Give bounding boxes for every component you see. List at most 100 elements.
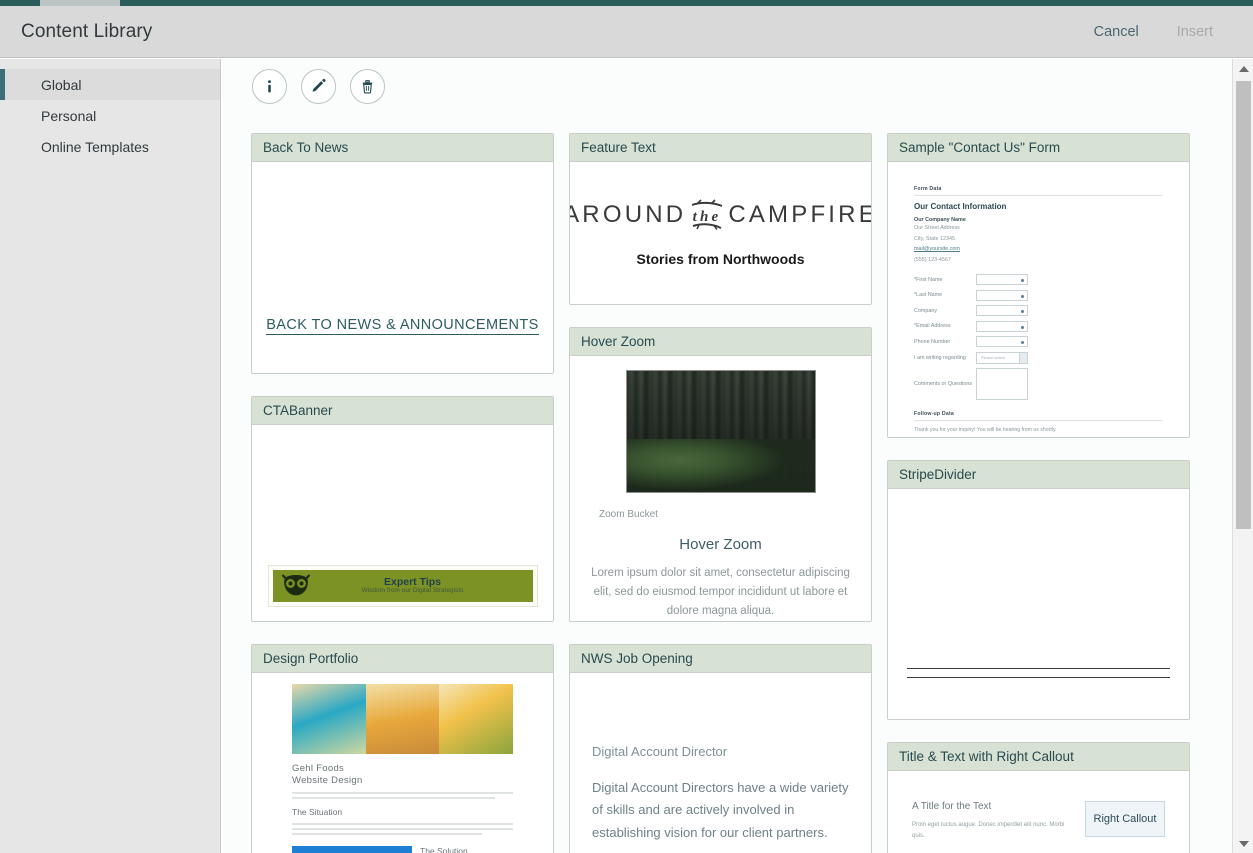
form-field-row: *First Name xyxy=(914,274,1163,286)
divider-line xyxy=(907,677,1170,678)
divider xyxy=(914,420,1163,422)
scrollbar-thumb[interactable] xyxy=(1236,81,1251,529)
pencil-icon xyxy=(310,78,327,95)
card-preview xyxy=(888,489,1189,719)
toolbar xyxy=(252,69,385,104)
card-column-3: Sample "Contact Us" Form Form Data Our C… xyxy=(887,133,1190,853)
sidebar-item-label: Online Templates xyxy=(41,138,149,155)
food-photo-strip xyxy=(292,684,514,754)
form-data-label: Form Data xyxy=(914,186,942,192)
forest-photo xyxy=(625,370,816,494)
card-title: Title & Text with Right Callout xyxy=(888,743,1189,771)
card-hover-zoom[interactable]: Hover Zoom Zoom Bucket Hover Zoom Lorem … xyxy=(569,327,872,622)
content-panel: Back To News BACK TO NEWS & ANNOUNCEMENT… xyxy=(222,59,1232,853)
portfolio-subtitle: Website Design xyxy=(292,775,363,786)
last-name-input xyxy=(976,289,1028,301)
email-link: mail@yoursite.com xyxy=(914,246,960,253)
delete-button[interactable] xyxy=(350,69,385,104)
card-feature-text[interactable]: Feature Text AROUND the CAMPFIRE Stories… xyxy=(569,133,872,305)
followup-text: Thank you for your inquiry! You will be … xyxy=(914,427,1057,434)
form-fields: *First Name *Last Name Company *Email Ad… xyxy=(914,274,1163,401)
cta-banner: Expert Tips Wisdom from our Digital Stra… xyxy=(272,570,533,602)
card-title: Design Portfolio xyxy=(252,645,553,673)
card-cta-banner[interactable]: CTABanner Expert Tips Wisdom from our Di… xyxy=(251,396,554,622)
text-body: Proin eget luctus augue. Donec imperdiet… xyxy=(912,822,1065,840)
card-stripe-divider[interactable]: StripeDivider xyxy=(887,460,1190,720)
card-column-1: Back To News BACK TO NEWS & ANNOUNCEMENT… xyxy=(251,133,554,853)
sidebar-item-global[interactable]: Global xyxy=(0,69,220,100)
city-state-zip: City, State 12345 xyxy=(914,235,955,242)
card-title: Feature Text xyxy=(570,134,871,162)
portfolio-thumbnail xyxy=(292,846,412,853)
phone-number: (555) 123-4567 xyxy=(914,256,951,263)
sidebar: Global Personal Online Templates xyxy=(0,59,221,853)
card-preview: Zoom Bucket Hover Zoom Lorem ipsum dolor… xyxy=(570,356,871,621)
title-text-block: A Title for the Text Proin eget luctus a… xyxy=(912,801,1073,853)
header-actions: Cancel Insert xyxy=(1092,20,1215,44)
field-label: I am writing regarding xyxy=(914,354,966,361)
portfolio-lower: The Solution xyxy=(292,846,513,853)
campfire-logo: AROUND the CAMPFIRE xyxy=(570,199,871,231)
job-description: Digital Account Directors have a wide va… xyxy=(592,780,849,840)
field-label: *First Name xyxy=(914,276,943,283)
card-preview: A Title for the Text Proin eget luctus a… xyxy=(888,771,1189,853)
card-nws-job-opening[interactable]: NWS Job Opening Digital Account Director… xyxy=(569,644,872,853)
scroll-down-button[interactable] xyxy=(1233,834,1253,853)
chevron-up-icon xyxy=(1238,65,1249,72)
card-title: NWS Job Opening xyxy=(570,645,871,673)
card-preview: Gehl Foods Website Design The Situation xyxy=(252,673,553,853)
followup-section: Follow-up Data Thank you for your inquir… xyxy=(914,411,1163,433)
insert-button[interactable]: Insert xyxy=(1175,20,1215,44)
field-label: Comments or Questions xyxy=(914,381,973,388)
comments-textarea xyxy=(976,368,1028,401)
zoom-bucket-caption: Zoom Bucket xyxy=(599,509,658,521)
card-contact-us-form[interactable]: Sample "Contact Us" Form Form Data Our C… xyxy=(887,133,1190,438)
card-preview: AROUND the CAMPFIRE Stories from Northwo… xyxy=(570,162,871,304)
field-label: Phone Number xyxy=(914,338,951,345)
portfolio-client: Gehl Foods xyxy=(292,763,345,774)
scroll-up-button[interactable] xyxy=(1233,59,1253,78)
field-label: *Email Address xyxy=(914,323,951,330)
card-title: StripeDivider xyxy=(888,461,1189,489)
form-field-row: *Email Address xyxy=(914,320,1163,332)
company-input xyxy=(976,305,1028,317)
feature-subtitle: Stories from Northwoods xyxy=(636,251,805,267)
logo-word-right: CAMPFIRE xyxy=(728,201,871,228)
card-back-to-news[interactable]: Back To News BACK TO NEWS & ANNOUNCEMENT… xyxy=(251,133,554,374)
portfolio-section-situation: The Situation xyxy=(292,807,343,817)
card-design-portfolio[interactable]: Design Portfolio Gehl Foods Website Desi… xyxy=(251,644,554,853)
cancel-button[interactable]: Cancel xyxy=(1092,20,1141,44)
info-button[interactable] xyxy=(252,69,287,104)
text-title: A Title for the Text xyxy=(912,801,992,812)
sidebar-item-personal[interactable]: Personal xyxy=(0,100,220,131)
divider-line xyxy=(907,668,1170,669)
logo-word-left: AROUND xyxy=(570,201,687,228)
chevron-down-icon xyxy=(1238,840,1249,847)
followup-label: Follow-up Data xyxy=(914,411,954,418)
portfolio-paragraph xyxy=(292,792,513,799)
sidebar-item-label: Global xyxy=(41,76,82,93)
portfolio-paragraph-2 xyxy=(292,823,513,835)
cta-banner-frame: Expert Tips Wisdom from our Digital Stra… xyxy=(267,565,538,607)
sidebar-top-spacer xyxy=(0,59,220,69)
card-column-2: Feature Text AROUND the CAMPFIRE Stories… xyxy=(569,133,872,853)
field-label: Company xyxy=(914,307,938,314)
content-scrollbar[interactable] xyxy=(1232,59,1253,853)
phone-input xyxy=(976,336,1028,348)
dialog-header: Content Library Cancel Insert xyxy=(0,6,1253,58)
cta-banner-subheading: Wisdom from our Digital Strategists xyxy=(361,587,464,595)
stripe-divider-lines xyxy=(907,668,1170,686)
back-to-news-link: BACK TO NEWS & ANNOUNCEMENTS xyxy=(266,317,539,335)
card-title: Back To News xyxy=(252,134,553,162)
hover-zoom-body: Lorem ipsum dolor sit amet, consectetur … xyxy=(591,567,850,618)
portfolio-solution-block: The Solution xyxy=(420,846,513,853)
sidebar-item-label: Personal xyxy=(41,107,97,124)
form-field-row: Phone Number xyxy=(914,336,1163,348)
branch-the-icon: the xyxy=(690,199,724,231)
form-field-row: Company xyxy=(914,305,1163,317)
card-preview: Expert Tips Wisdom from our Digital Stra… xyxy=(252,425,553,621)
card-title-text-right-callout[interactable]: Title & Text with Right Callout A Title … xyxy=(887,742,1190,853)
cta-banner-text: Expert Tips Wisdom from our Digital Stra… xyxy=(293,577,533,595)
sidebar-item-online-templates[interactable]: Online Templates xyxy=(0,131,220,162)
edit-button[interactable] xyxy=(301,69,336,104)
